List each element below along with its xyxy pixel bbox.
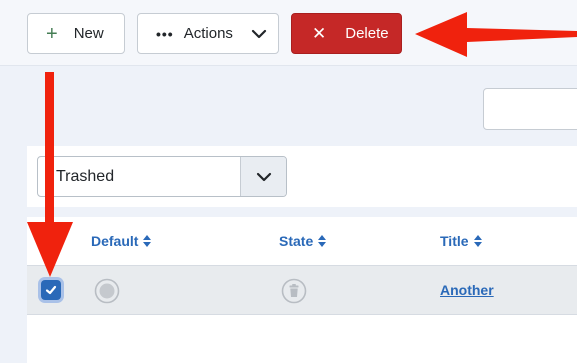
default-status-icon[interactable] [94,278,120,304]
actions-button-label: Actions [183,25,233,42]
actions-button[interactable]: ••• Actions [137,13,279,54]
sort-icon [143,235,152,247]
delete-button-label: Delete [345,25,389,42]
chevron-down-icon [256,172,271,181]
column-header-state[interactable]: State [279,233,327,249]
search-input[interactable] [483,88,577,130]
plus-icon: + [46,22,58,45]
delete-button[interactable]: ✕ Delete [291,13,402,54]
select-toggle[interactable] [240,157,286,196]
column-header-label: State [279,233,314,249]
ellipsis-icon: ••• [156,25,174,42]
sort-icon [473,235,482,247]
column-header-title[interactable]: Title [440,233,483,249]
chevron-down-icon [251,29,267,39]
annotation-arrow-right [415,12,577,57]
table-gap [27,207,577,217]
close-icon: ✕ [312,24,327,43]
column-header-default[interactable]: Default [91,233,152,249]
item-title-link[interactable]: Another [440,282,494,298]
annotation-arrow-down [27,72,73,277]
new-button-label: New [73,25,104,42]
sort-icon [318,235,327,247]
column-header-label: Title [440,233,469,249]
checkmark-icon [45,285,57,295]
column-header-label: Default [91,233,139,249]
row-checkbox[interactable] [41,280,61,300]
new-button[interactable]: + New [27,13,125,54]
trash-icon[interactable] [281,278,307,304]
